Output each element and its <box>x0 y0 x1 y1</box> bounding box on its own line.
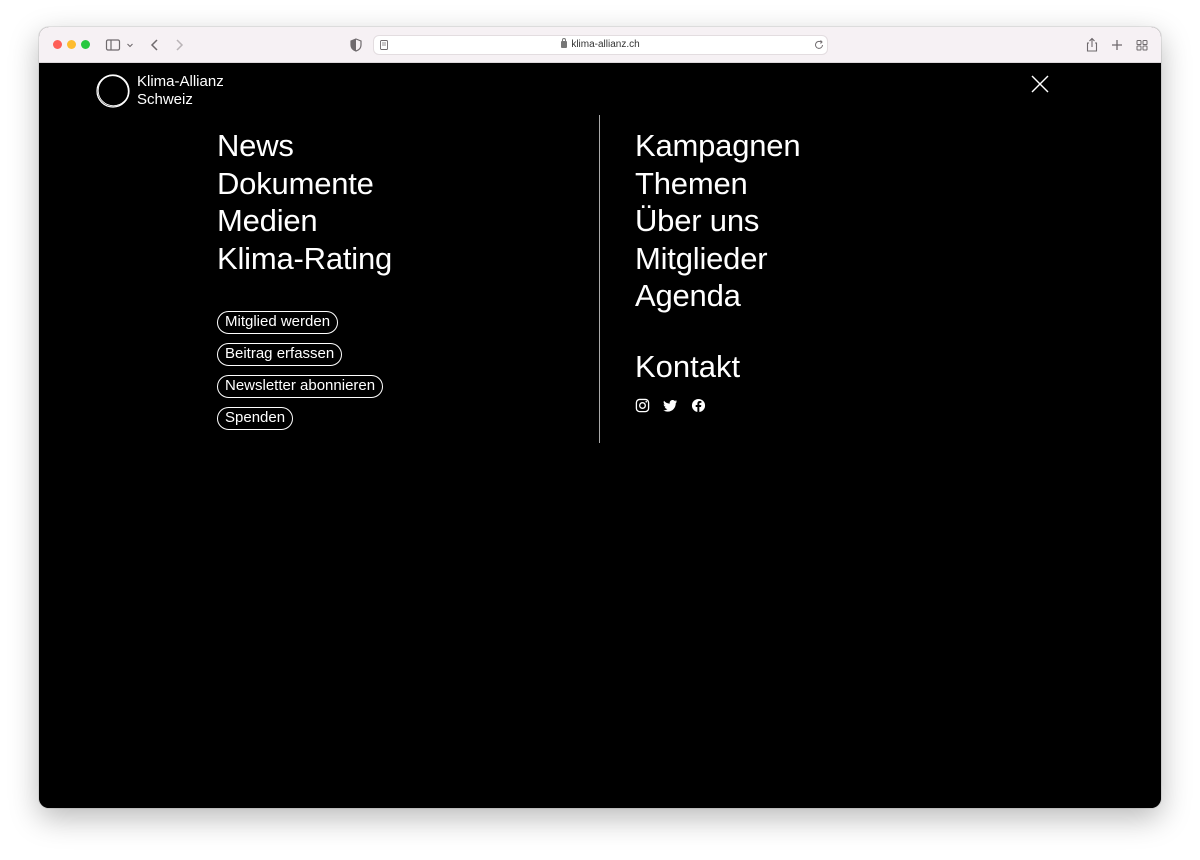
instagram-icon[interactable] <box>635 398 650 413</box>
nav-link-ueber-uns[interactable]: Über uns <box>635 202 800 240</box>
address-bar[interactable]: klima-allianz.ch <box>373 35 828 55</box>
spenden-button[interactable]: Spenden <box>217 407 294 430</box>
social-links <box>635 398 706 413</box>
beitrag-erfassen-button[interactable]: Beitrag erfassen <box>217 343 343 366</box>
privacy-shield-icon[interactable] <box>348 36 364 54</box>
nav-link-medien[interactable]: Medien <box>217 202 392 240</box>
forward-icon[interactable] <box>171 36 187 54</box>
logo-line-1: Klima-Allianz <box>137 73 224 90</box>
url-text: klima-allianz.ch <box>374 38 827 50</box>
logo-line-2: Schweiz <box>137 91 193 108</box>
close-menu-icon[interactable] <box>1029 73 1051 95</box>
facebook-icon[interactable] <box>691 398 706 413</box>
nav-link-news[interactable]: News <box>217 127 392 165</box>
nav-link-kampagnen[interactable]: Kampagnen <box>635 127 801 165</box>
nav-link-mitglieder[interactable]: Mitglieder <box>635 240 800 278</box>
logo-text: Klima-Allianz Schweiz <box>137 73 224 109</box>
browser-toolbar: klima-allianz.ch <box>39 27 1161 63</box>
tab-overview-icon[interactable] <box>1134 36 1150 54</box>
reload-icon[interactable] <box>813 39 825 51</box>
nav-link-dokumente[interactable]: Dokumente <box>217 165 392 203</box>
chevron-down-icon[interactable] <box>125 36 135 54</box>
maximize-window-button[interactable] <box>81 40 90 49</box>
back-icon[interactable] <box>147 36 163 54</box>
twitter-icon[interactable] <box>663 398 678 413</box>
minimize-window-button[interactable] <box>67 40 76 49</box>
column-divider <box>599 115 600 443</box>
nav-link-klima-rating[interactable]: Klima-Rating <box>217 240 392 278</box>
newsletter-abonnieren-button[interactable]: Newsletter abonnieren <box>217 375 384 398</box>
site-logo[interactable]: Klima-Allianz Schweiz <box>95 73 224 109</box>
browser-window: klima-allianz.ch Klima-Allianz Schweiz N… <box>39 27 1161 808</box>
close-window-button[interactable] <box>53 40 62 49</box>
mitglied-werden-button[interactable]: Mitglied werden <box>217 311 339 334</box>
share-icon[interactable] <box>1084 36 1100 54</box>
nav-link-themen[interactable]: Themen <box>635 165 800 203</box>
new-tab-icon[interactable] <box>1109 36 1125 54</box>
primary-nav-left: News Dokumente Medien Klima-Rating <box>217 127 392 277</box>
sidebar-toggle-icon[interactable] <box>105 36 121 54</box>
nav-link-kontakt[interactable]: Kontakt <box>635 348 740 386</box>
action-buttons: Mitglied werden Beitrag erfassen Newslet… <box>217 311 384 439</box>
nav-link-agenda[interactable]: Agenda <box>635 277 800 315</box>
primary-nav-right: Kampagnen Themen Über uns Mitglieder Age… <box>635 127 801 315</box>
menu-overlay: Klima-Allianz Schweiz News Dokumente Med… <box>39 63 1161 808</box>
logo-ring-icon <box>95 73 131 109</box>
lock-icon <box>561 38 568 48</box>
